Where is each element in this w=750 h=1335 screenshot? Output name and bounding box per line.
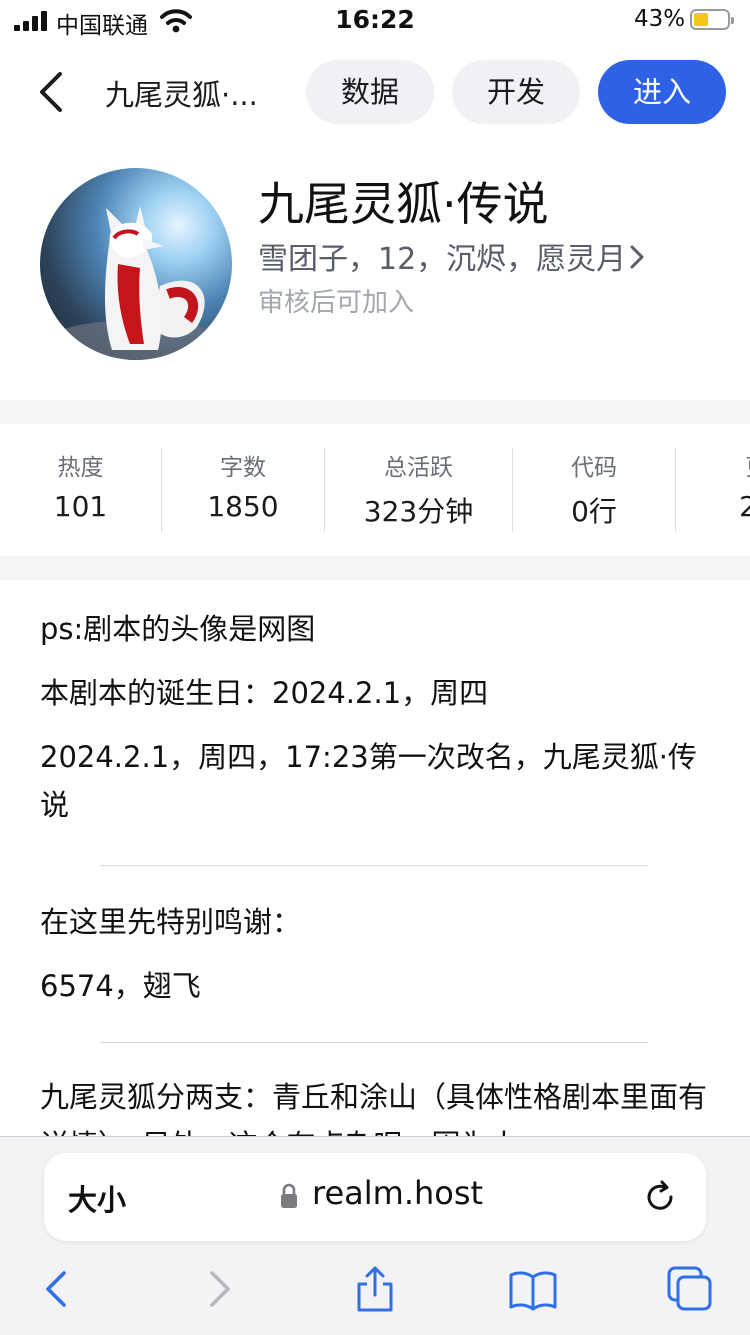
data-button[interactable]: 数据	[306, 60, 434, 124]
text-size-button[interactable]: 大小	[68, 1177, 126, 1219]
reload-icon[interactable]	[642, 1179, 678, 1215]
group-name: 九尾灵狐·传说	[258, 177, 549, 231]
fox-avatar-image	[44, 206, 228, 360]
back-arrow-icon[interactable]	[36, 1265, 80, 1313]
stat-label: 字数	[220, 455, 266, 481]
content-paragraph: 在这里先特别鸣谢：	[40, 905, 302, 939]
description-content: ps:剧本的头像是网图 本剧本的诞生日：2024.2.1，周四 2024.2.1…	[40, 600, 708, 1136]
stat-update: 更 24	[676, 424, 750, 556]
chevron-right-icon[interactable]	[628, 244, 646, 270]
stat-label: 更	[676, 448, 750, 482]
address-bar[interactable]: 大小 realm.host	[44, 1153, 706, 1241]
stat-value: 1850	[207, 490, 279, 523]
browser-toolbar: 大小 realm.host	[0, 1136, 750, 1335]
lock-icon	[281, 1183, 297, 1208]
content-divider	[100, 865, 648, 866]
stat-value: 0行	[571, 495, 617, 528]
chevron-left-icon	[40, 72, 62, 112]
stat-word-count: 字数 1850	[162, 424, 324, 556]
content-paragraph: 6574，翅飞	[40, 969, 201, 1003]
tabs-icon[interactable]	[666, 1265, 714, 1313]
content-paragraph: 九尾灵狐分两支：青丘和涂山（具体性格剧本里面有详情），另外，这个有点杂呢，因为太	[40, 1080, 708, 1136]
stat-total-active: 总活跃 323分钟	[325, 424, 512, 556]
content-paragraph: 本剧本的诞生日：2024.2.1，周四	[40, 676, 489, 710]
forward-arrow-icon[interactable]	[196, 1265, 240, 1313]
stats-row[interactable]: 热度 101 字数 1850 总活跃 323分钟 代码 0行 更 24	[0, 424, 750, 556]
status-bar: 中国联通 16:22 43%	[0, 0, 750, 44]
stat-heat: 热度 101	[0, 424, 161, 556]
section-divider	[0, 556, 750, 580]
stat-label: 代码	[571, 455, 617, 481]
stat-label: 总活跃	[384, 455, 453, 481]
join-hint: 审核后可加入	[258, 288, 415, 318]
battery-icon	[690, 9, 734, 30]
enter-button[interactable]: 进入	[598, 60, 726, 124]
stat-code: 代码 0行	[513, 424, 675, 556]
share-icon[interactable]	[353, 1265, 397, 1313]
member-list-link[interactable]: 雪团子，12，沉烬，愿灵月	[258, 234, 626, 278]
battery-percent: 43%	[634, 6, 686, 32]
url-text[interactable]: realm.host	[312, 1174, 483, 1212]
stat-value: 323分钟	[363, 495, 474, 528]
content-divider	[100, 1042, 648, 1043]
content-paragraph: 2024.2.1，周四，17:23第一次改名，九尾灵狐·传说	[40, 740, 697, 822]
content-paragraph: ps:剧本的头像是网图	[40, 612, 316, 646]
stat-value: 24	[739, 490, 750, 523]
bookmarks-icon[interactable]	[508, 1265, 558, 1313]
back-button[interactable]	[28, 66, 78, 118]
stat-value: 101	[53, 490, 108, 523]
stat-label: 热度	[57, 455, 104, 481]
header-title: 九尾灵狐·...	[105, 78, 258, 112]
develop-button[interactable]: 开发	[452, 60, 580, 124]
group-avatar[interactable]	[40, 168, 232, 360]
section-divider	[0, 400, 750, 424]
